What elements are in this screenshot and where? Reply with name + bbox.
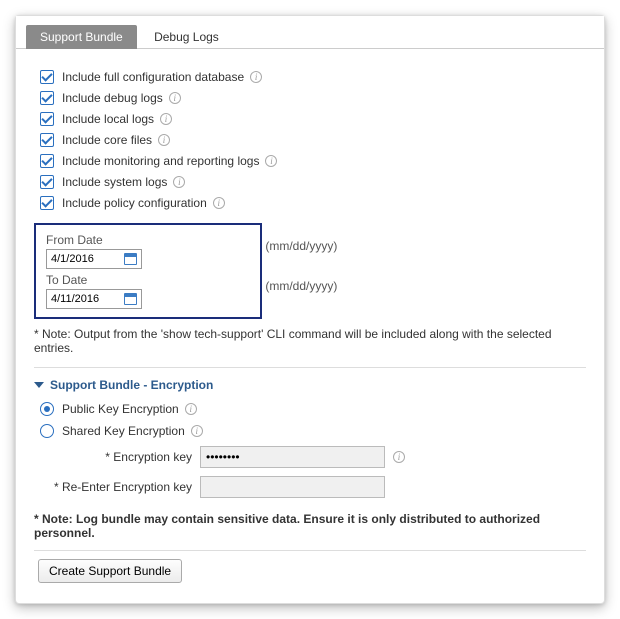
check-label: Include core files — [62, 133, 152, 147]
date-format-hint: (mm/dd/yyyy) — [265, 239, 337, 279]
check-label: Include system logs — [62, 175, 167, 189]
reenter-encryption-key-label: * Re-Enter Encryption key — [34, 480, 192, 494]
calendar-icon — [124, 293, 137, 305]
note-tech-support: * Note: Output from the 'show tech-suppo… — [34, 327, 586, 355]
info-icon[interactable]: i — [173, 176, 185, 188]
encryption-key-input[interactable] — [200, 446, 385, 468]
check-policy-config[interactable] — [40, 196, 54, 210]
section-title: Support Bundle - Encryption — [50, 378, 213, 392]
info-icon[interactable]: i — [265, 155, 277, 167]
check-label: Include local logs — [62, 112, 154, 126]
divider — [34, 367, 586, 368]
chevron-down-icon — [34, 382, 44, 388]
tab-bar: Support Bundle Debug Logs — [16, 16, 604, 49]
to-date-label: To Date — [46, 273, 250, 287]
to-date-picker-button[interactable] — [121, 290, 139, 308]
info-icon[interactable]: i — [160, 113, 172, 125]
radio-public-key[interactable] — [40, 402, 54, 416]
info-icon[interactable]: i — [393, 451, 405, 463]
check-label: Include debug logs — [62, 91, 163, 105]
date-format-hint: (mm/dd/yyyy) — [265, 279, 337, 319]
tab-debug-logs[interactable]: Debug Logs — [140, 25, 233, 49]
create-support-bundle-button[interactable]: Create Support Bundle — [38, 559, 182, 583]
check-full-config-db[interactable] — [40, 70, 54, 84]
from-date-label: From Date — [46, 233, 250, 247]
to-date-input[interactable] — [47, 290, 121, 308]
calendar-icon — [124, 253, 137, 265]
check-local-logs[interactable] — [40, 112, 54, 126]
info-icon[interactable]: i — [169, 92, 181, 104]
info-icon[interactable]: i — [185, 403, 197, 415]
radio-label: Public Key Encryption — [62, 402, 179, 416]
info-icon[interactable]: i — [191, 425, 203, 437]
from-date-picker-button[interactable] — [121, 250, 139, 268]
radio-label: Shared Key Encryption — [62, 424, 185, 438]
reenter-encryption-key-input[interactable] — [200, 476, 385, 498]
check-label: Include full configuration database — [62, 70, 244, 84]
note-sensitive-data: * Note: Log bundle may contain sensitive… — [34, 512, 586, 540]
check-debug-logs[interactable] — [40, 91, 54, 105]
divider — [34, 550, 586, 551]
info-icon[interactable]: i — [158, 134, 170, 146]
support-bundle-panel: Support Bundle Debug Logs Include full c… — [15, 15, 605, 604]
check-system-logs[interactable] — [40, 175, 54, 189]
radio-shared-key[interactable] — [40, 424, 54, 438]
info-icon[interactable]: i — [213, 197, 225, 209]
section-header-encryption[interactable]: Support Bundle - Encryption — [34, 378, 586, 392]
info-icon[interactable]: i — [250, 71, 262, 83]
check-core-files[interactable] — [40, 133, 54, 147]
check-monitoring-reporting[interactable] — [40, 154, 54, 168]
date-range-frame: From Date To Date — [34, 223, 262, 319]
tab-support-bundle[interactable]: Support Bundle — [26, 25, 137, 49]
encryption-key-label: * Encryption key — [34, 450, 192, 464]
check-label: Include monitoring and reporting logs — [62, 154, 259, 168]
check-label: Include policy configuration — [62, 196, 207, 210]
from-date-input[interactable] — [47, 250, 121, 268]
